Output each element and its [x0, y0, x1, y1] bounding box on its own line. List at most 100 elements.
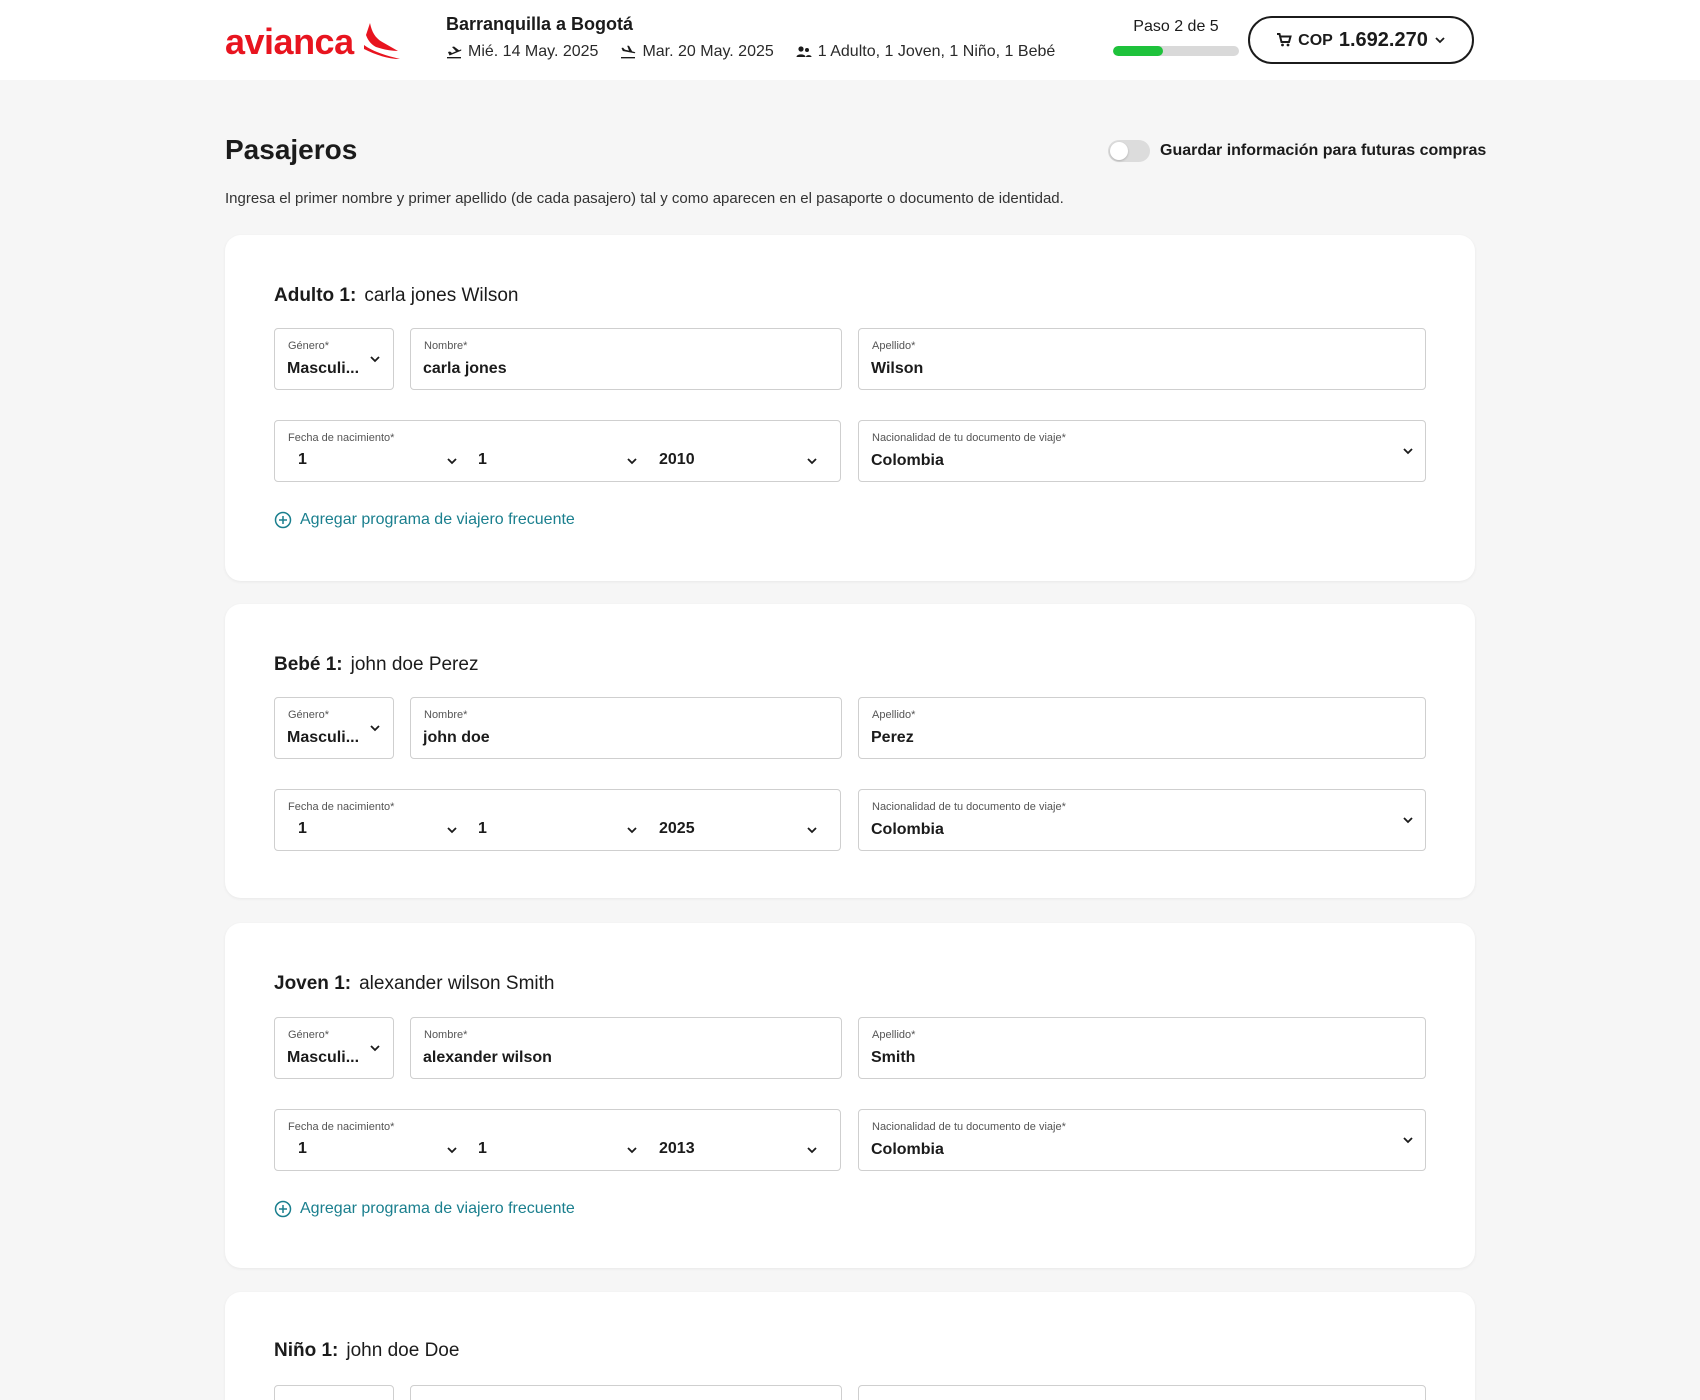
gender-value: Masculi...: [287, 1049, 360, 1066]
chevron-down-icon: [1403, 448, 1413, 455]
birth-day-select[interactable]: 1: [298, 1140, 307, 1158]
gender-label: Género*: [288, 709, 329, 721]
nationality-select[interactable]: Nacionalidad de tu documento de viaje* C…: [858, 1109, 1426, 1171]
passenger-card-youth: Joven 1: alexander wilson Smith Género* M…: [225, 923, 1475, 1268]
birth-month-select[interactable]: 1: [478, 1140, 487, 1158]
last-name-input[interactable]: Apellido* Smith: [858, 1017, 1426, 1079]
nationality-label: Nacionalidad de tu documento de viaje*: [872, 432, 1066, 444]
birthdate-label: Fecha de nacimiento*: [288, 1121, 395, 1133]
passenger-heading: Adulto 1: carla jones Wilson: [274, 285, 519, 307]
trip-route: Barranquilla a Bogotá: [446, 14, 634, 34]
save-info-toggle[interactable]: Guardar información para futuras compras: [1108, 140, 1486, 162]
chevron-down-icon[interactable]: [446, 1146, 458, 1154]
passenger-card-adult: Adulto 1: carla jones Wilson Género* Masc…: [225, 235, 1475, 581]
cart-currency: COP: [1298, 32, 1333, 49]
trip-summary: Barranquilla a Bogotá Mié. 14 May. 2025 …: [446, 14, 1055, 61]
bird-logo-icon: [363, 23, 400, 59]
add-frequent-flyer-label: Agregar programa de viajero frecuente: [300, 511, 575, 528]
first-name-input[interactable]: [410, 1385, 842, 1400]
chevron-down-icon[interactable]: [446, 457, 458, 465]
cart-icon: [1277, 33, 1292, 47]
chevron-down-icon[interactable]: [446, 826, 458, 834]
birthdate-field: Fecha de nacimiento* 1 1 2013: [274, 1109, 841, 1171]
birth-day-select[interactable]: 1: [298, 451, 307, 469]
first-name-label: Nombre*: [424, 709, 468, 721]
chevron-down-icon: [370, 725, 380, 732]
step-progress-bar: [1113, 46, 1239, 56]
top-header: avianca Barranquilla a Bogotá Mié. 14 Ma…: [0, 0, 1700, 80]
gender-select[interactable]: Género* Masculi...: [274, 697, 394, 759]
passenger-type: Joven 1:: [274, 973, 352, 994]
last-name-label: Apellido*: [872, 709, 916, 721]
last-name-label: Apellido*: [872, 1029, 916, 1041]
birth-month-select[interactable]: 1: [478, 451, 487, 469]
nationality-value: Colombia: [871, 1141, 944, 1158]
chevron-down-icon: [370, 356, 380, 363]
last-name-input[interactable]: [858, 1385, 1426, 1400]
instructions-text: Ingresa el primer nombre y primer apelli…: [225, 190, 1064, 207]
first-name-label: Nombre*: [424, 1029, 468, 1041]
return-date-text: Mar. 20 May. 2025: [642, 43, 774, 60]
gender-label: Género*: [288, 1029, 329, 1041]
passengers-icon: [796, 46, 812, 57]
add-frequent-flyer-link[interactable]: Agregar programa de viajero frecuente: [274, 511, 575, 529]
gender-select[interactable]: Género* Masculi...: [274, 328, 394, 390]
gender-select[interactable]: [274, 1385, 394, 1400]
birth-month-select[interactable]: 1: [478, 820, 487, 838]
last-name-label: Apellido*: [872, 340, 916, 352]
last-name-value: Smith: [871, 1049, 916, 1066]
page-title: Pasajeros: [225, 134, 358, 165]
gender-select[interactable]: Género* Masculi...: [274, 1017, 394, 1079]
passenger-count-text: 1 Adulto, 1 Joven, 1 Niño, 1 Bebé: [817, 43, 1056, 60]
chevron-down-icon: [1435, 37, 1445, 44]
plus-circle-icon: [274, 1200, 292, 1218]
last-name-input[interactable]: Apellido* Wilson: [858, 328, 1426, 390]
first-name-input[interactable]: Nombre* john doe: [410, 697, 842, 759]
birth-year-select[interactable]: 2010: [659, 451, 695, 469]
first-name-input[interactable]: Nombre* carla jones: [410, 328, 842, 390]
chevron-down-icon[interactable]: [806, 457, 818, 465]
nationality-label: Nacionalidad de tu documento de viaje*: [872, 801, 1066, 813]
first-name-input[interactable]: Nombre* alexander wilson: [410, 1017, 842, 1079]
passenger-full-name: john doe Perez: [350, 654, 479, 675]
avianca-logo[interactable]: avianca: [225, 18, 402, 66]
passenger-type: Niño 1:: [274, 1340, 339, 1361]
chevron-down-icon: [1403, 817, 1413, 824]
first-name-label: Nombre*: [424, 340, 468, 352]
first-name-value: alexander wilson: [423, 1049, 552, 1066]
cart-total-button[interactable]: COP 1.692.270: [1248, 16, 1474, 64]
last-name-input[interactable]: Apellido* Perez: [858, 697, 1426, 759]
chevron-down-icon[interactable]: [806, 1146, 818, 1154]
first-name-value: john doe: [423, 729, 490, 746]
nationality-label: Nacionalidad de tu documento de viaje*: [872, 1121, 1066, 1133]
cart-amount: 1.692.270: [1338, 28, 1428, 51]
chevron-down-icon[interactable]: [626, 826, 638, 834]
passenger-count: 1 Adulto, 1 Joven, 1 Niño, 1 Bebé: [796, 43, 1056, 61]
birthdate-label: Fecha de nacimiento*: [288, 432, 395, 444]
depart-date: Mié. 14 May. 2025: [446, 43, 598, 61]
save-info-label: Guardar información para futuras compras: [1160, 142, 1487, 159]
gender-label: Género*: [288, 340, 329, 352]
passenger-full-name: alexander wilson Smith: [359, 973, 555, 994]
step-progress-fill: [1113, 46, 1164, 56]
gender-value: Masculi...: [287, 729, 360, 746]
nationality-select[interactable]: Nacionalidad de tu documento de viaje* C…: [858, 789, 1426, 851]
birthdate-field: Fecha de nacimiento* 1 1 2025: [274, 789, 841, 851]
passenger-heading: Niño 1: john doe Doe: [274, 1340, 459, 1362]
birth-year-select[interactable]: 2013: [659, 1140, 695, 1158]
chevron-down-icon[interactable]: [626, 457, 638, 465]
passenger-full-name: carla jones Wilson: [364, 285, 519, 306]
last-name-value: Wilson: [871, 360, 924, 377]
first-name-value: carla jones: [423, 360, 507, 377]
chevron-down-icon[interactable]: [806, 826, 818, 834]
birth-year-select[interactable]: 2025: [659, 820, 695, 838]
nationality-select[interactable]: Nacionalidad de tu documento de viaje* C…: [858, 420, 1426, 482]
toggle-switch[interactable]: [1108, 140, 1150, 162]
chevron-down-icon[interactable]: [626, 1146, 638, 1154]
plane-landing-icon: [621, 45, 636, 59]
passenger-card-infant: Bebé 1: john doe Perez Género* Masculi...…: [225, 604, 1475, 898]
add-frequent-flyer-link[interactable]: Agregar programa de viajero frecuente: [274, 1200, 575, 1218]
passenger-type: Adulto 1:: [274, 285, 357, 306]
passenger-full-name: john doe Doe: [346, 1340, 460, 1361]
birth-day-select[interactable]: 1: [298, 820, 307, 838]
